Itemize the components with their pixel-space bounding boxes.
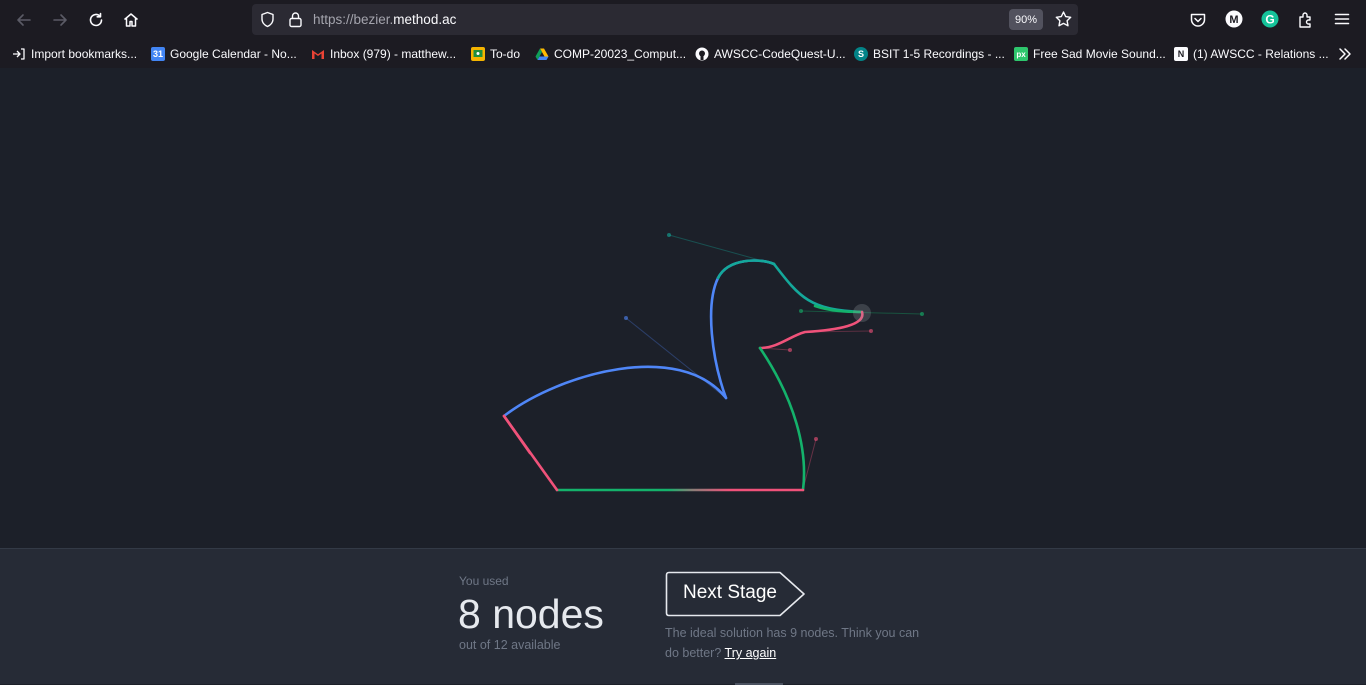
star-icon[interactable] <box>1054 10 1073 29</box>
arrow-right-icon <box>53 14 67 26</box>
bookmark-label: COMP-20023_Comput... <box>554 47 687 61</box>
back-curve <box>502 365 728 418</box>
control-handles <box>624 233 924 490</box>
handle-point[interactable] <box>814 437 818 441</box>
forward-button[interactable] <box>46 6 74 34</box>
handle-point[interactable] <box>667 233 671 237</box>
bookmark-label: (1) AWSCC - Relations ... <box>1193 47 1329 61</box>
github-icon <box>695 47 709 61</box>
google-drive-icon <box>535 47 549 61</box>
head-top-curve <box>716 259 776 280</box>
home-button[interactable] <box>117 6 145 34</box>
game-canvas[interactable] <box>0 68 1366 548</box>
grammarly-icon[interactable]: G <box>1261 10 1279 28</box>
url-domain: method.ac <box>393 12 457 27</box>
account-m-icon[interactable]: M <box>1225 10 1243 28</box>
duck-bezier-drawing[interactable] <box>0 68 1366 548</box>
reload-icon <box>89 12 103 27</box>
try-again-link[interactable]: Try again <box>725 646 777 660</box>
menu-icon[interactable] <box>1333 10 1351 28</box>
navigation-toolbar: https://bezier.method.ac 90% M G <box>0 0 1366 40</box>
bookmark-label: Inbox (979) - matthew... <box>330 47 457 61</box>
nodes-used-count: 8 nodes <box>458 591 604 637</box>
you-used-label: You used <box>459 574 509 588</box>
ideal-solution-message: The ideal solution has 9 nodes. Think yo… <box>665 623 925 663</box>
bookmark-label: Free Sad Movie Sound... <box>1033 47 1166 61</box>
bookmark-label: Import bookmarks... <box>31 47 138 61</box>
head-front-curve <box>772 262 864 314</box>
bookmark-google-calendar[interactable]: 31 Google Calendar - No... <box>151 45 297 63</box>
reload-button[interactable] <box>82 6 110 34</box>
bookmark-label: Google Calendar - No... <box>170 47 297 61</box>
chevron-double-right-icon[interactable] <box>1337 46 1353 62</box>
result-panel: You used 8 nodes out of 12 available Nex… <box>0 548 1366 685</box>
handle-point[interactable] <box>788 348 792 352</box>
bookmark-label: To-do <box>490 47 521 61</box>
bookmark-sharepoint[interactable]: S BSIT 1-5 Recordings - ... <box>854 45 1005 63</box>
duck-path <box>502 259 864 492</box>
ideal-solution-text: The ideal solution has 9 nodes. Think yo… <box>665 626 920 660</box>
handle-point[interactable] <box>920 312 924 316</box>
gmail-icon <box>311 47 325 61</box>
handle-point[interactable] <box>799 309 803 313</box>
bookmark-gmail-inbox[interactable]: Inbox (979) - matthew... <box>311 45 456 63</box>
svg-text:G: G <box>1265 13 1274 27</box>
bookmark-import[interactable]: Import bookmarks... <box>12 45 137 63</box>
tail-line-upper <box>502 414 532 455</box>
beak-bottom-curve <box>758 310 864 350</box>
bookmark-github[interactable]: AWSCC-CodeQuest-U... <box>695 45 846 63</box>
home-icon <box>124 13 138 27</box>
url-text[interactable]: https://bezier.method.ac <box>313 12 456 27</box>
bookmarks-toolbar: Import bookmarks... 31 Google Calendar -… <box>0 40 1366 68</box>
handle-point[interactable] <box>624 316 628 320</box>
chest-curve <box>758 346 806 492</box>
nodes-available-label: out of 12 available <box>459 638 561 652</box>
zoom-level-badge[interactable]: 90% <box>1009 9 1043 30</box>
url-bar[interactable]: https://bezier.method.ac 90% <box>252 4 1078 35</box>
pocket-icon[interactable] <box>1189 11 1207 29</box>
bookmark-label: AWSCC-CodeQuest-U... <box>714 47 846 61</box>
notion-icon: N <box>1174 47 1188 61</box>
browser-chrome: https://bezier.method.ac 90% M G Import … <box>0 0 1366 68</box>
back-button[interactable] <box>10 6 38 34</box>
bookmark-todo[interactable]: To-do <box>471 45 520 63</box>
svg-text:M: M <box>1229 14 1238 26</box>
sharepoint-icon: S <box>854 47 868 61</box>
extensions-icon[interactable] <box>1297 10 1315 28</box>
bookmark-google-drive[interactable]: COMP-20023_Comput... <box>535 45 686 63</box>
next-stage-label: Next Stage <box>683 582 777 603</box>
neck-curve <box>709 259 776 400</box>
lock-icon[interactable] <box>288 11 303 28</box>
google-classroom-icon <box>471 47 485 61</box>
bookmark-label: BSIT 1-5 Recordings - ... <box>873 47 1005 61</box>
selected-node[interactable] <box>853 304 871 322</box>
handle-point[interactable] <box>869 329 873 333</box>
shield-icon[interactable] <box>259 11 276 28</box>
arrow-left-icon <box>17 14 31 26</box>
google-calendar-icon: 31 <box>151 47 165 61</box>
bookmark-pixabay[interactable]: px Free Sad Movie Sound... <box>1014 45 1166 63</box>
bookmark-notion[interactable]: N (1) AWSCC - Relations ... <box>1174 45 1329 63</box>
import-icon <box>12 47 26 61</box>
next-stage-button[interactable]: Next Stage <box>665 571 806 617</box>
pixabay-icon: px <box>1014 47 1028 61</box>
url-prefix: https://bezier. <box>313 12 394 27</box>
